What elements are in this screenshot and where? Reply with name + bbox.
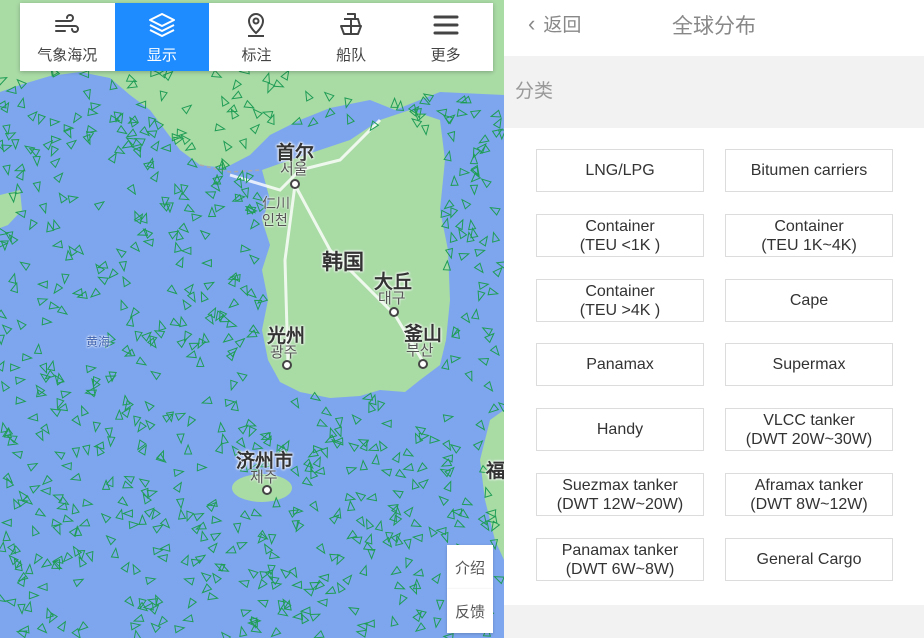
- tool-more[interactable]: 更多: [398, 3, 493, 71]
- layers-icon: [147, 10, 177, 40]
- map-label-busan-kr: 부산: [406, 342, 434, 359]
- category-button[interactable]: Panamax tanker (DWT 6W~8W): [536, 538, 704, 581]
- category-button[interactable]: Suezmax tanker (DWT 12W~20W): [536, 473, 704, 516]
- tool-annotate-label: 标注: [241, 46, 272, 64]
- feedback-button[interactable]: 反馈: [447, 589, 493, 633]
- map-pin-icon: [241, 10, 271, 40]
- panel-title: 全球分布: [672, 15, 756, 38]
- category-button[interactable]: Cape: [725, 279, 893, 322]
- map-label-daegu-kr: 대구: [378, 290, 406, 307]
- category-button[interactable]: Container (TEU 1K~4K): [725, 214, 893, 257]
- wind-icon: [52, 10, 82, 40]
- map-label-jeju-kr: 제주: [250, 469, 278, 486]
- city-dot-daegu: [389, 307, 399, 317]
- category-button[interactable]: Container (TEU <1K ): [536, 214, 704, 257]
- tool-annotate[interactable]: 标注: [209, 3, 304, 71]
- category-button[interactable]: VLCC tanker (DWT 20W~30W): [725, 408, 893, 451]
- tool-more-label: 更多: [430, 46, 461, 64]
- map-label-seoul-kr: 서울: [280, 161, 308, 178]
- category-button[interactable]: Supermax: [725, 343, 893, 386]
- tool-fleet[interactable]: 船队: [304, 3, 399, 71]
- map-label-korea: 韩国: [322, 251, 364, 274]
- panel-footer: [504, 605, 924, 638]
- city-dot-jeju: [262, 485, 272, 495]
- ship-icon: [336, 10, 366, 40]
- intro-button[interactable]: 介绍: [447, 545, 493, 589]
- map-label-yellow-sea: 黄海: [86, 335, 111, 349]
- tool-fleet-label: 船队: [336, 46, 367, 64]
- menu-icon: [431, 10, 461, 40]
- city-dot-seoul: [290, 179, 300, 189]
- tool-weather-label: 气象海况: [37, 46, 98, 64]
- category-button[interactable]: General Cargo: [725, 538, 893, 581]
- category-button[interactable]: Aframax tanker (DWT 8W~12W): [725, 473, 893, 516]
- ship-distribution-map[interactable]: 首尔 서울 仁川 인천 韩国 大丘 대구 光州 광주 釜山 부산 济州市 제주 …: [0, 0, 504, 638]
- category-button[interactable]: Bitumen carriers: [725, 149, 893, 192]
- tool-display-label: 显示: [146, 46, 177, 64]
- category-button[interactable]: LNG/LPG: [536, 149, 704, 192]
- section-header: 分类: [504, 56, 924, 128]
- category-button[interactable]: Container (TEU >4K ): [536, 279, 704, 322]
- city-dot-gwangju: [282, 360, 292, 370]
- section-label: 分类: [515, 80, 554, 102]
- map-label-gwangju-kr: 광주: [270, 344, 298, 361]
- category-button[interactable]: Handy: [536, 408, 704, 451]
- city-dot-busan: [418, 359, 428, 369]
- map-label-incheon-kr: 인천: [262, 212, 288, 228]
- display-panel: ‹ 返回 全球分布 分类 LNG/LPG Bitumen carriers Cont…: [504, 0, 924, 638]
- panel-header: ‹ 返回 全球分布: [504, 0, 924, 48]
- tool-weather[interactable]: 气象海况: [20, 3, 115, 71]
- category-button[interactable]: Panamax: [536, 343, 704, 386]
- map-toolbar: 气象海况 显示 标注 船队 更多: [20, 3, 493, 71]
- map-label-fu: 福: [486, 461, 504, 482]
- tool-display[interactable]: 显示: [114, 3, 210, 71]
